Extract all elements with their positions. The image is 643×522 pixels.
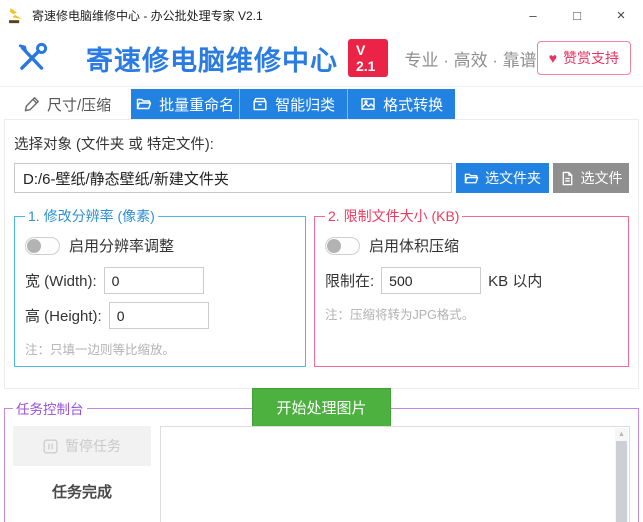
window-titlebar: 寄速修电脑维修中心 - 办公批处理专家 V2.1 – □ × (0, 0, 643, 30)
folder-open-icon (136, 98, 152, 110)
file-size-panel-legend: 2. 限制文件大小 (KB) (328, 208, 460, 224)
resolution-panel-legend: 1. 修改分辨率 (像素) (28, 208, 155, 224)
limit-suffix: KB 以内 (488, 273, 543, 290)
resolution-toggle-switch[interactable] (25, 236, 60, 255)
compression-toggle-switch[interactable] (325, 236, 360, 255)
resolution-toggle-label: 启用分辨率调整 (69, 238, 175, 255)
settings-panels: 1. 修改分辨率 (像素) 启用分辨率调整 宽 (Width): 高 (Heig… (14, 206, 629, 367)
version-badge: V 2.1 (348, 39, 389, 77)
scroll-up-icon[interactable]: ▲ (618, 428, 625, 441)
tab-panel-size-compress: 选择对象 (文件夹 或 特定文件): 选文件夹 选文件 1. 修改分辨率 (像素… (4, 119, 639, 427)
toggle-knob (327, 238, 341, 253)
compression-note: 注：压缩将转为JPG格式。 (325, 308, 475, 322)
minimize-button[interactable]: – (511, 0, 555, 30)
limit-field-row: 限制在: KB 以内 (325, 267, 618, 294)
donate-support-button[interactable]: ♥ 赞赏支持 (536, 41, 631, 75)
close-button[interactable]: × (599, 0, 643, 30)
resolution-note: 注：只填一边则等比缩放。 (25, 343, 176, 357)
pause-task-button[interactable]: 暂停任务 (13, 426, 151, 466)
select-target-label: 选择对象 (文件夹 或 特定文件): (14, 137, 214, 153)
choose-folder-label: 选文件夹 (485, 170, 541, 186)
width-input[interactable] (103, 267, 204, 294)
tools-logo-icon (18, 42, 48, 70)
log-scrollbar[interactable]: ▲ ▼ (615, 428, 628, 522)
tab-label: 批量重命名 (159, 96, 235, 114)
console-controls: 暂停任务 任务完成 (13, 426, 151, 522)
task-log-content (165, 429, 613, 522)
choose-folder-button[interactable]: 选文件夹 (456, 163, 549, 193)
scrollbar-thumb[interactable] (616, 441, 627, 522)
tab-label: 格式转换 (383, 96, 444, 114)
choose-file-button[interactable]: 选文件 (553, 163, 629, 193)
height-field-row: 高 (Height): (25, 302, 295, 329)
archive-box-icon (253, 97, 267, 111)
tab-format-convert[interactable]: 格式转换 (347, 89, 456, 119)
size-limit-input[interactable] (381, 267, 482, 294)
choose-file-label: 选文件 (580, 170, 623, 186)
file-icon (562, 171, 572, 185)
path-row: 选文件夹 选文件 (14, 163, 629, 193)
tab-smart-classify[interactable]: 智能归类 (239, 89, 348, 119)
tab-size-compress[interactable]: 尺寸/压缩 (4, 89, 132, 119)
folder-open-icon (464, 173, 479, 183)
pause-task-label: 暂停任务 (65, 438, 121, 454)
pause-icon (43, 439, 58, 453)
resolution-panel: 1. 修改分辨率 (像素) 启用分辨率调整 宽 (Width): 高 (Heig… (14, 206, 306, 367)
file-size-panel: 2. 限制文件大小 (KB) 启用体积压缩 限制在: KB 以内 注：压缩将转为… (314, 206, 629, 367)
tab-batch-rename[interactable]: 批量重命名 (131, 89, 240, 119)
tab-label: 智能归类 (275, 96, 336, 114)
heart-icon: ♥ (548, 50, 557, 66)
compression-toggle-row: 启用体积压缩 (325, 235, 618, 256)
app-logo-small-icon (9, 7, 23, 23)
pencil-icon (24, 97, 39, 112)
task-log-area[interactable]: ▲ ▼ (160, 426, 630, 522)
app-slogan: 专业 · 高效 · 靠谱 (404, 50, 537, 70)
target-path-input[interactable] (14, 163, 452, 193)
app-title: 寄速修电脑维修中心 (86, 45, 338, 76)
width-field-row: 宽 (Width): (25, 267, 295, 294)
window-title: 寄速修电脑维修中心 - 办公批处理专家 V2.1 (32, 8, 263, 23)
compression-toggle-label: 启用体积压缩 (369, 238, 460, 255)
start-processing-button[interactable]: 开始处理图片 (252, 388, 391, 427)
donate-support-label: 赞赏支持 (563, 50, 619, 66)
image-icon (361, 98, 375, 110)
width-label: 宽 (Width): (25, 273, 97, 290)
resolution-toggle-row: 启用分辨率调整 (25, 235, 295, 256)
height-input[interactable] (108, 302, 209, 329)
task-console-legend: 任务控制台 (16, 402, 84, 417)
height-label: 高 (Height): (25, 308, 102, 325)
app-header: 寄速修电脑维修中心 V 2.1 专业 · 高效 · 靠谱 ♥ 赞赏支持 (0, 30, 643, 87)
tab-bar: 尺寸/压缩 批量重命名 智能归类 格式转换 (4, 89, 639, 119)
toggle-knob (27, 238, 41, 253)
tab-label: 尺寸/压缩 (47, 96, 112, 114)
limit-label: 限制在: (325, 273, 375, 290)
maximize-button[interactable]: □ (555, 0, 599, 30)
console-row: 暂停任务 任务完成 ▲ ▼ (13, 426, 630, 522)
task-status-text: 任务完成 (51, 484, 112, 501)
